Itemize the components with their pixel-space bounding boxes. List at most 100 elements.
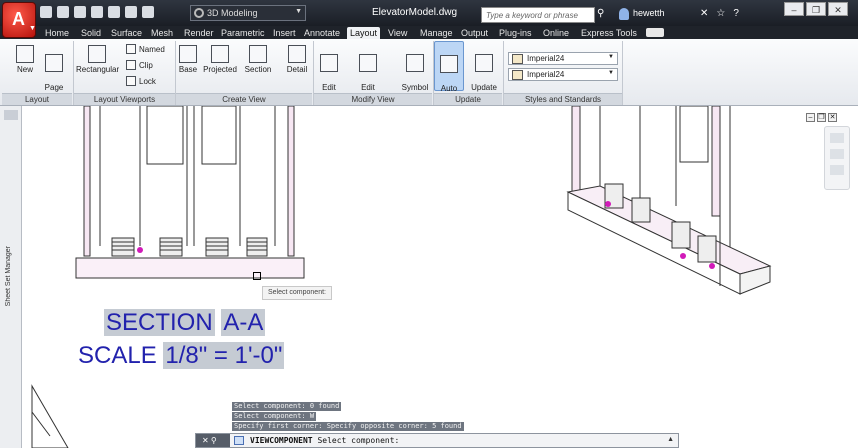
tab-view[interactable]: View — [385, 27, 410, 39]
navigation-bar[interactable] — [824, 126, 850, 190]
edit-view-icon — [320, 54, 338, 72]
auto-update-button[interactable]: Auto Update — [434, 41, 464, 102]
chevron-down-icon: ▼ — [295, 8, 302, 15]
tab-home[interactable]: Home — [42, 27, 72, 39]
tab-parametric[interactable]: Parametric — [218, 27, 268, 39]
save-icon[interactable] — [74, 6, 86, 18]
panel-label-create-view: Create View — [176, 93, 312, 105]
section-label: SECTION A-A — [104, 309, 266, 337]
command-line[interactable]: ✕ ⚲ VIEWCOMPONENT Select component: ▲ — [195, 433, 679, 448]
sheet-set-manager-palette[interactable]: Sheet Set Manager — [0, 106, 22, 448]
close-icon[interactable]: ✕ — [828, 113, 837, 122]
section-drawing — [31, 106, 772, 448]
drawing-canvas[interactable]: Sheet Set Manager – ❐ ✕ Select component… — [0, 106, 858, 448]
command-history-line: Select component: W — [232, 412, 317, 421]
base-view-icon — [179, 45, 197, 63]
panel-label-layout: Layout — [2, 93, 72, 105]
minimize-icon[interactable]: – — [784, 2, 804, 16]
shaft-wall-left — [83, 106, 91, 257]
minimize-icon[interactable]: – — [806, 113, 815, 122]
panel-label-modify-view: Modify View — [314, 93, 432, 105]
exchange-icon[interactable]: ✕ — [700, 8, 708, 19]
tab-surface[interactable]: Surface — [108, 27, 145, 39]
chevron-down-icon: ▼ — [29, 25, 36, 32]
ribbon-tabs: Home Solid Surface Mesh Render Parametri… — [0, 26, 858, 39]
undo-icon[interactable] — [125, 6, 137, 18]
redo-icon[interactable] — [142, 6, 154, 18]
command-line-close-icon[interactable]: ✕ ⚲ — [196, 434, 230, 447]
buffer-springs — [111, 237, 268, 257]
infocenter-icons: ✕ ☆ ? — [700, 8, 739, 19]
isometric-view — [566, 106, 772, 295]
tab-layout[interactable]: Layout — [347, 27, 381, 39]
help-icon[interactable]: ? — [733, 8, 739, 19]
detail-style-value: Imperial24 — [527, 70, 565, 79]
pickbox-cursor — [253, 272, 261, 280]
workspace-switcher[interactable]: 3D Modeling ▼ — [190, 5, 306, 21]
projected-view-button[interactable]: Projected — [202, 45, 238, 74]
restore-icon[interactable]: ❐ — [817, 113, 826, 122]
command-name: VIEWCOMPONENT — [250, 436, 313, 445]
section-view-style-dropdown[interactable]: Imperial24 ▼ — [508, 52, 618, 65]
panel-separator — [622, 41, 623, 105]
tab-output[interactable]: Output — [458, 27, 491, 39]
update-view-icon — [475, 54, 493, 72]
scale-word: SCALE — [78, 342, 157, 369]
symbol-sketch-icon — [406, 54, 424, 72]
tab-solid[interactable]: Solid — [78, 27, 104, 39]
panel-label-update: Update — [434, 93, 502, 105]
restore-icon[interactable]: ❐ — [806, 2, 826, 16]
clip-viewport-button[interactable]: Clip — [126, 60, 153, 70]
tab-mesh[interactable]: Mesh — [148, 27, 176, 39]
plot-icon[interactable] — [108, 6, 120, 18]
new-file-icon[interactable] — [40, 6, 52, 18]
tab-manage[interactable]: Manage — [417, 27, 456, 39]
command-prompt-icon — [234, 436, 244, 445]
detail-style-icon — [512, 70, 523, 80]
save-as-icon[interactable] — [91, 6, 103, 18]
named-viewport-button[interactable]: Named — [126, 44, 165, 54]
command-prompt: Select component: — [317, 436, 400, 445]
steeringwheel-icon[interactable] — [830, 133, 844, 143]
tab-online[interactable]: Online — [540, 27, 572, 39]
close-icon[interactable]: ✕ — [828, 2, 848, 16]
chevron-down-icon: ▼ — [608, 70, 614, 76]
ribbon-minimize-button[interactable] — [646, 28, 664, 37]
base-view-button[interactable]: Base — [177, 45, 199, 74]
viewport-controls: – ❐ ✕ — [806, 113, 837, 122]
tab-express-tools[interactable]: Express Tools — [578, 27, 640, 39]
open-file-icon[interactable] — [57, 6, 69, 18]
tab-render[interactable]: Render — [181, 27, 217, 39]
window-title: ElevatorModel.dwg — [372, 7, 458, 18]
chevron-up-icon[interactable]: ▲ — [667, 436, 674, 443]
binoculars-icon[interactable]: ⚲ — [597, 8, 604, 19]
pan-icon[interactable] — [830, 149, 844, 159]
rectangular-viewport-icon — [88, 45, 106, 63]
tab-insert[interactable]: Insert — [270, 27, 299, 39]
user-name[interactable]: hewetth — [633, 8, 665, 18]
window-controls: – ❐ ✕ — [784, 2, 848, 16]
command-history-line: Specify first corner: Specify opposite c… — [232, 422, 464, 431]
search-input[interactable]: Type a keyword or phrase — [481, 7, 595, 23]
lock-viewport-button[interactable]: Lock — [126, 76, 156, 86]
rectangular-viewport-button[interactable]: Rectangular — [76, 45, 119, 74]
detail-view-button[interactable]: Detail — [284, 45, 310, 74]
new-layout-button[interactable]: New — [14, 45, 36, 74]
scale-label: SCALE 1/8" = 1'-0" — [78, 342, 285, 370]
auto-update-icon — [440, 55, 458, 73]
title-bar: A ▼ 3D Modeling ▼ ElevatorModel.dwg Type… — [0, 0, 858, 38]
chevron-down-icon: ▼ — [608, 54, 614, 60]
palette-controls[interactable] — [4, 110, 18, 120]
tab-plug-ins[interactable]: Plug-ins — [496, 27, 535, 39]
tab-annotate[interactable]: Annotate — [301, 27, 343, 39]
zoom-icon[interactable] — [830, 165, 844, 175]
section-id: A-A — [221, 309, 266, 336]
edit-components-icon — [359, 54, 377, 72]
application-menu-button[interactable]: A ▼ — [2, 2, 36, 38]
section-view-button[interactable]: Section — [243, 45, 273, 74]
detail-view-icon — [288, 45, 306, 63]
detail-view-style-dropdown[interactable]: Imperial24 ▼ — [508, 68, 618, 81]
command-prompt-text[interactable]: VIEWCOMPONENT Select component: — [250, 436, 399, 445]
projected-view-icon — [211, 45, 229, 63]
star-icon[interactable]: ☆ — [716, 8, 725, 19]
